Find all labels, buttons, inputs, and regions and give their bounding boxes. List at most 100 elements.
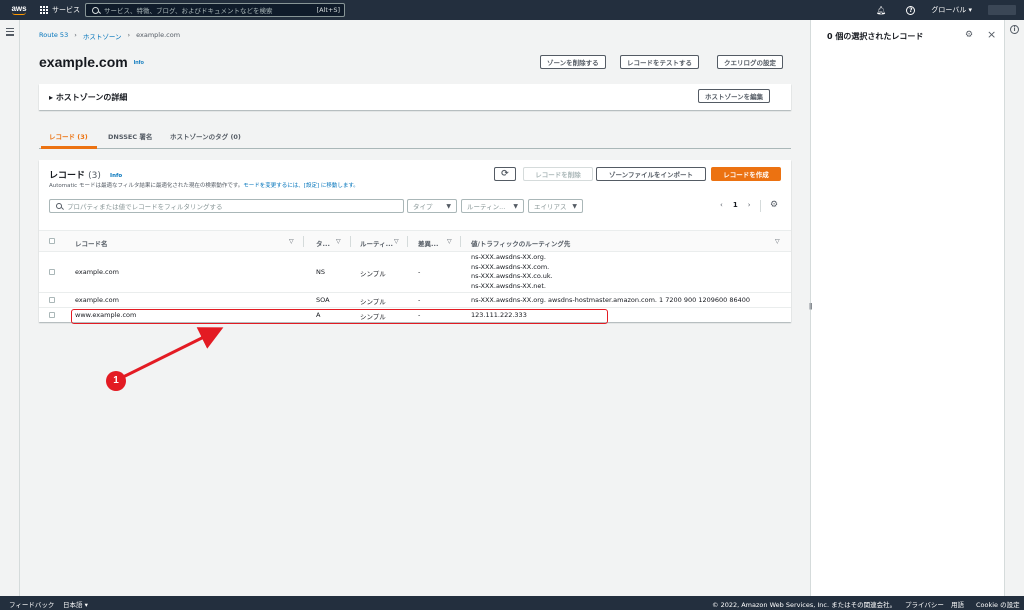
select-all-checkbox[interactable] [49, 238, 55, 244]
records-title: レコード [49, 171, 86, 181]
breadcrumb-current: example.com [136, 31, 181, 39]
next-page-icon[interactable]: › [748, 201, 751, 209]
record-value-line: ns-XXX.awsdns-XX.org. [471, 253, 546, 261]
global-search-input[interactable]: サービス、特徴、ブログ、およびドキュメントなどを検索 [Alt+S] [85, 3, 345, 17]
services-label: サービス [52, 6, 80, 14]
privacy-link[interactable]: プライバシー [905, 599, 944, 609]
gear-icon[interactable]: ⚙ [770, 200, 778, 210]
annotation-marker: 1 [106, 371, 126, 391]
records-panel: レコード (3) Info Automatic モードは最適なフィルタ結果に最適… [39, 160, 791, 322]
table-row[interactable]: example.com SOA シンプル - ns-XXX.awsdns-XX.… [39, 293, 791, 308]
region-selector[interactable]: グローバル ▾ [931, 5, 972, 15]
routing-filter-select[interactable]: ルーティン... ▼ [461, 199, 524, 213]
type-filter-select[interactable]: タイプ ▼ [407, 199, 457, 213]
divider [760, 200, 761, 212]
column-header-type[interactable]: タ... [316, 238, 330, 248]
language-selector[interactable]: 日本語 ▾ [63, 599, 88, 609]
caret-down-icon: ▼ [572, 202, 577, 210]
info-icon[interactable]: i [1010, 25, 1019, 34]
tab-tags[interactable]: ホストゾーンのタグ (0) [170, 131, 241, 141]
column-header-routing[interactable]: ルーティ... [360, 238, 393, 248]
query-log-button[interactable]: クエリログの設定 [717, 55, 783, 69]
help-icon[interactable]: ? [906, 5, 916, 15]
sort-icon[interactable]: ▽ [447, 238, 452, 245]
column-header-name[interactable]: レコード名 [75, 238, 108, 248]
prev-page-icon[interactable]: ‹ [720, 201, 723, 209]
record-value-line: ns-XXX.awsdns-XX.net. [471, 281, 546, 290]
current-page[interactable]: 1 [733, 201, 738, 209]
records-count: (3) [88, 171, 101, 181]
sort-icon[interactable]: ▽ [336, 238, 341, 245]
test-record-button[interactable]: レコードをテストする [620, 55, 699, 69]
filter-placeholder: プロパティまたは値でレコードをフィルタリングする [67, 203, 223, 211]
record-values: ns-XXX.awsdns-XX.org. ns-XXX.awsdns-XX.c… [471, 253, 553, 291]
search-icon [92, 6, 99, 14]
page-title-text: example.com [39, 54, 128, 70]
annotation-highlight-box [71, 309, 608, 324]
record-value-line: ns-XXX.awsdns-XX.com. [471, 262, 550, 271]
row-checkbox[interactable] [49, 312, 55, 318]
search-icon [56, 203, 62, 209]
hamburger-menu-icon[interactable] [6, 28, 14, 38]
sort-icon[interactable]: ▽ [289, 238, 294, 245]
record-type: NS [316, 268, 325, 276]
left-side-rail [0, 20, 20, 596]
terms-link[interactable]: 用語 [951, 599, 964, 609]
row-checkbox[interactable] [49, 269, 55, 275]
column-separator [350, 236, 351, 247]
split-panel: ǁ 0 個の選択されたレコード ⚙ × [809, 20, 1004, 596]
alias-filter-select[interactable]: エイリアス ▼ [528, 199, 583, 213]
hosted-zone-details-toggle[interactable]: ▸ ホストゾーンの詳細 [49, 92, 127, 103]
tab-dnssec[interactable]: DNSSEC 署名 [108, 131, 152, 141]
breadcrumb-route53[interactable]: Route 53 [39, 31, 68, 41]
column-header-diff[interactable]: 差異... [418, 238, 438, 248]
hosted-zone-details-title: ホストゾーンの詳細 [55, 93, 128, 102]
feedback-link[interactable]: フィードバック [9, 599, 54, 609]
bell-icon[interactable]: 🔔︎ [876, 6, 886, 15]
caret-down-icon: ▼ [513, 202, 518, 210]
caret-down-icon: ▼ [446, 202, 451, 210]
grid-icon [40, 6, 48, 14]
sort-icon[interactable]: ▽ [394, 238, 399, 245]
record-name: example.com [75, 296, 119, 304]
table-row[interactable]: example.com NS シンプル - ns-XXX.awsdns-XX.o… [39, 252, 791, 293]
aws-logo[interactable]: aws [4, 0, 34, 20]
search-shortcut: [Alt+S] [316, 6, 340, 14]
top-navigation-bar: aws サービス サービス、特徴、ブログ、およびドキュメントなどを検索 [Alt… [0, 0, 1024, 20]
panel-resize-handle-icon[interactable]: ǁ [809, 302, 812, 310]
cookie-settings-link[interactable]: Cookie の設定 [976, 599, 1020, 609]
services-menu-button[interactable]: サービス [40, 5, 80, 15]
sort-icon[interactable]: ▽ [775, 238, 780, 245]
annotation-arrow [122, 327, 224, 379]
pagination: ‹ 1 › [720, 201, 751, 209]
info-link[interactable]: Info [134, 60, 144, 66]
account-menu[interactable] [988, 5, 1016, 15]
tab-records[interactable]: レコード (3) [49, 131, 88, 141]
split-panel-title: 0 個の選択されたレコード [827, 32, 924, 41]
close-icon[interactable]: × [987, 28, 996, 41]
delete-record-button[interactable]: レコードを削除 [523, 167, 593, 181]
footer: フィードバック 日本語 ▾ © 2022, Amazon Web Service… [0, 596, 1024, 610]
alias-filter-label: エイリアス [534, 203, 567, 211]
delete-zone-button[interactable]: ゾーンを削除する [540, 55, 606, 69]
type-filter-label: タイプ [413, 203, 433, 211]
record-routing: シンプル [360, 298, 386, 306]
column-separator [303, 236, 304, 247]
row-checkbox[interactable] [49, 297, 55, 303]
chevron-right-icon: › [74, 31, 77, 39]
record-filter-input[interactable]: プロパティまたは値でレコードをフィルタリングする [49, 199, 404, 213]
settings-link[interactable]: モードを変更するには、[設定] に移動します。 [243, 183, 359, 189]
column-header-value[interactable]: 値/トラフィックのルーティング先 [471, 238, 570, 248]
breadcrumb-hosted-zones[interactable]: ホストゾーン [83, 31, 122, 41]
records-description-text: Automatic モードは最適なフィルタ結果に最適化された現在の検索動作です。 [49, 183, 244, 189]
edit-hosted-zone-button[interactable]: ホストゾーンを編集 [698, 89, 771, 103]
gear-icon[interactable]: ⚙ [965, 30, 973, 40]
import-zone-file-button[interactable]: ゾーンファイルをインポート [596, 167, 706, 181]
record-type: SOA [316, 296, 330, 304]
column-separator [407, 236, 408, 247]
refresh-button[interactable]: ⟳ [494, 167, 516, 181]
create-record-button[interactable]: レコードを作成 [711, 167, 781, 181]
breadcrumb: Route 53 › ホストゾーン › example.com [39, 31, 180, 41]
record-value: ns-XXX.awsdns-XX.org. awsdns-hostmaster.… [471, 296, 751, 304]
records-info-link[interactable]: Info [110, 173, 122, 179]
